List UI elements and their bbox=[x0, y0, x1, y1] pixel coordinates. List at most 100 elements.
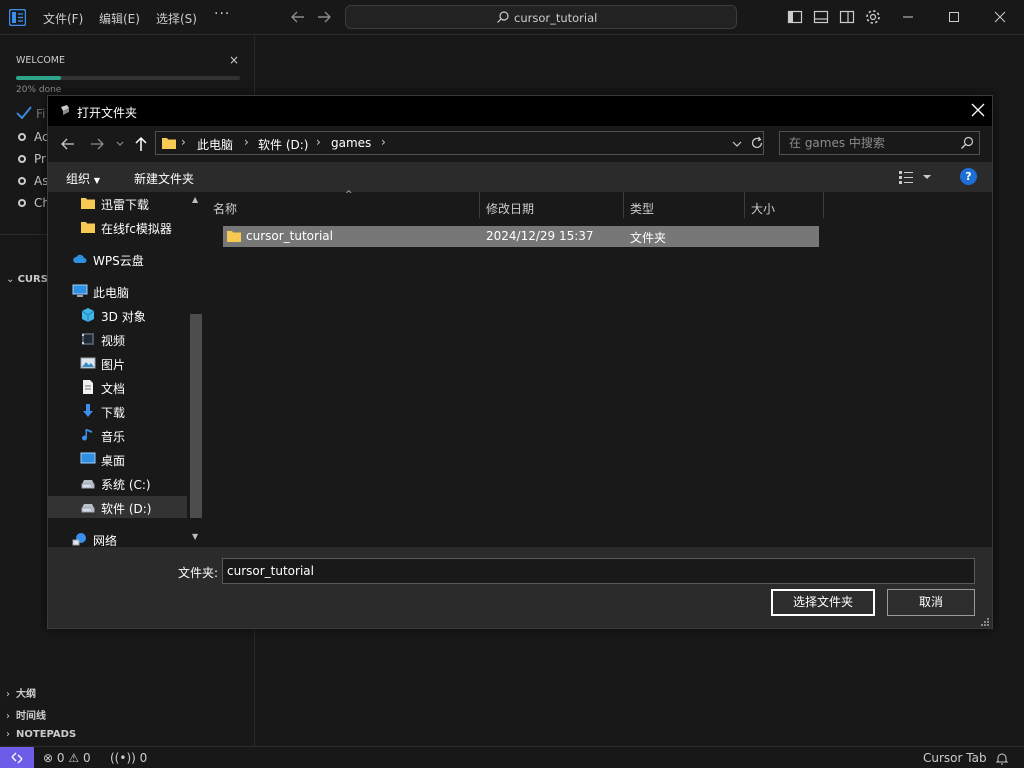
column-separator[interactable] bbox=[823, 192, 824, 218]
antenna-icon: ((•)) bbox=[110, 751, 136, 765]
problems-indicator[interactable]: ⊗ 0 ⚠ 0 bbox=[43, 751, 91, 765]
nav-item-label: 迅雷下载 bbox=[101, 198, 150, 212]
column-header-type[interactable]: 类型 bbox=[624, 192, 744, 218]
menu-more-button[interactable]: ··· bbox=[214, 6, 230, 22]
nav-item[interactable]: 3D 对象 bbox=[48, 304, 187, 326]
column-header-name[interactable]: 名称 ^ bbox=[207, 190, 479, 218]
remote-indicator-button[interactable] bbox=[0, 747, 34, 768]
nav-item[interactable]: 迅雷下载 bbox=[48, 192, 187, 214]
nav-item[interactable]: 下载 bbox=[48, 400, 187, 422]
folder-search-box[interactable] bbox=[779, 131, 980, 155]
title-bar: 文件(F) 编辑(E) 选择(S) ··· cursor_tutorial bbox=[0, 0, 1024, 35]
column-header-modified[interactable]: 修改日期 bbox=[480, 192, 623, 218]
menu-file[interactable]: 文件(F) bbox=[43, 10, 83, 27]
column-header-size[interactable]: 大小 bbox=[745, 192, 823, 218]
select-folder-button[interactable]: 选择文件夹 bbox=[771, 589, 875, 616]
nav-item-label: 图片 bbox=[101, 358, 126, 372]
nav-item-label: WPS云盘 bbox=[93, 254, 144, 268]
scroll-up-icon[interactable]: ▲ bbox=[192, 195, 198, 204]
nav-item[interactable]: WPS云盘 bbox=[48, 248, 187, 270]
welcome-step-4[interactable]: As bbox=[18, 174, 48, 188]
nav-item-label: 网络 bbox=[93, 534, 118, 546]
nav-item[interactable]: 系统 (C:) bbox=[48, 472, 187, 494]
chevron-right-icon: › bbox=[6, 729, 10, 740]
breadcrumb-this-pc[interactable]: 此电脑 bbox=[197, 136, 233, 153]
dialog-command-bar: 组织 ▼ 新建文件夹 ? bbox=[48, 162, 992, 192]
forward-arrow-icon[interactable] bbox=[315, 8, 333, 26]
nav-item[interactable]: 此电脑 bbox=[48, 280, 187, 302]
nav-item[interactable]: 桌面 bbox=[48, 448, 187, 470]
address-bar[interactable]: › 此电脑 › 软件 (D:) › games › bbox=[155, 131, 764, 155]
view-options-icon[interactable] bbox=[897, 168, 937, 186]
folder-search-input[interactable] bbox=[781, 133, 956, 153]
outline-section-header[interactable]: › 大纲 bbox=[6, 685, 36, 700]
maximize-icon[interactable] bbox=[946, 9, 962, 25]
file-row-cursor-tutorial[interactable]: cursor_tutorial 2024/12/29 15:37 文件夹 bbox=[223, 226, 819, 247]
command-center[interactable]: cursor_tutorial bbox=[345, 5, 737, 29]
breadcrumb-drive-d[interactable]: 软件 (D:) bbox=[258, 136, 308, 153]
dialog-app-icon bbox=[61, 105, 69, 115]
nav-item[interactable]: 软件 (D:) bbox=[48, 496, 187, 518]
resize-grip-icon[interactable] bbox=[980, 617, 990, 627]
help-button[interactable]: ? bbox=[960, 168, 977, 185]
menu-selection[interactable]: 选择(S) bbox=[156, 10, 197, 27]
nav-item[interactable]: 文档 bbox=[48, 376, 187, 398]
search-icon[interactable] bbox=[960, 136, 974, 150]
close-window-icon[interactable] bbox=[992, 9, 1008, 25]
nav-item-label: 视频 bbox=[101, 334, 126, 348]
welcome-step-2[interactable]: Ac bbox=[18, 130, 49, 144]
nav-item[interactable]: 音乐 bbox=[48, 424, 187, 446]
folder-name-input[interactable] bbox=[222, 558, 975, 584]
dialog-close-icon[interactable] bbox=[970, 102, 986, 118]
bell-icon[interactable] bbox=[996, 752, 1008, 765]
cancel-button[interactable]: 取消 bbox=[887, 589, 975, 616]
cursor-tab-status[interactable]: Cursor Tab bbox=[923, 751, 987, 765]
back-arrow-icon[interactable] bbox=[289, 8, 307, 26]
minimize-icon[interactable] bbox=[900, 9, 916, 25]
settings-gear-icon[interactable] bbox=[865, 9, 881, 25]
breadcrumb-separator-icon: › bbox=[316, 135, 321, 149]
folder-field-label: 文件夹: bbox=[178, 566, 219, 580]
welcome-step-3[interactable]: Pr bbox=[18, 152, 46, 166]
address-dropdown-icon[interactable] bbox=[731, 138, 743, 150]
organize-button[interactable]: 组织 ▼ bbox=[66, 170, 100, 187]
folder-icon bbox=[162, 138, 176, 149]
nav-item-label: 下载 bbox=[101, 406, 126, 420]
breadcrumb-games[interactable]: games bbox=[331, 136, 371, 150]
timeline-section-header[interactable]: › 时间线 bbox=[6, 707, 46, 722]
drive-icon bbox=[80, 475, 96, 491]
notepads-section-header[interactable]: › NOTEPADS bbox=[6, 729, 76, 740]
download-icon bbox=[80, 403, 96, 419]
new-folder-button[interactable]: 新建文件夹 bbox=[134, 170, 194, 187]
nav-item[interactable]: 在线fc模拟器 bbox=[48, 216, 187, 238]
open-folder-dialog: 打开文件夹 › 此电脑 › 软件 (D:) › games › 在 games … bbox=[47, 95, 993, 629]
warning-count: 0 bbox=[82, 751, 91, 765]
organize-label: 组织 bbox=[66, 172, 91, 186]
up-arrow-icon[interactable] bbox=[133, 136, 149, 152]
nav-item[interactable]: 网络 bbox=[48, 528, 187, 546]
scrollbar-thumb[interactable] bbox=[190, 314, 202, 518]
scroll-down-icon[interactable]: ▼ bbox=[192, 532, 198, 541]
ports-indicator[interactable]: ((•)) 0 bbox=[110, 751, 147, 765]
refresh-icon[interactable] bbox=[750, 136, 764, 150]
folder-icon bbox=[80, 219, 96, 235]
nav-item[interactable]: 图片 bbox=[48, 352, 187, 374]
back-arrow-icon[interactable] bbox=[60, 136, 76, 152]
forward-arrow-icon[interactable] bbox=[89, 136, 105, 152]
navigation-scrollbar[interactable]: ▲ ▼ bbox=[187, 192, 205, 546]
welcome-step-5[interactable]: Ch bbox=[18, 196, 50, 210]
recent-locations-chevron-icon[interactable] bbox=[115, 136, 125, 152]
toggle-panel-icon[interactable] bbox=[813, 9, 829, 25]
step-circle-icon bbox=[18, 155, 26, 163]
welcome-step-1[interactable]: Fi bbox=[36, 107, 45, 121]
folder-icon bbox=[80, 195, 96, 211]
breadcrumb-separator-icon: › bbox=[244, 135, 249, 149]
welcome-close-button[interactable]: × bbox=[229, 53, 239, 67]
cursor-section-header[interactable]: ⌄ CURS bbox=[6, 274, 48, 285]
welcome-progress-label: 20% done bbox=[16, 85, 62, 95]
toggle-primary-sidebar-icon[interactable] bbox=[787, 9, 803, 25]
nav-item[interactable]: 视频 bbox=[48, 328, 187, 350]
toggle-secondary-sidebar-icon[interactable] bbox=[839, 9, 855, 25]
menu-edit[interactable]: 编辑(E) bbox=[99, 10, 140, 27]
picture-icon bbox=[80, 355, 96, 371]
